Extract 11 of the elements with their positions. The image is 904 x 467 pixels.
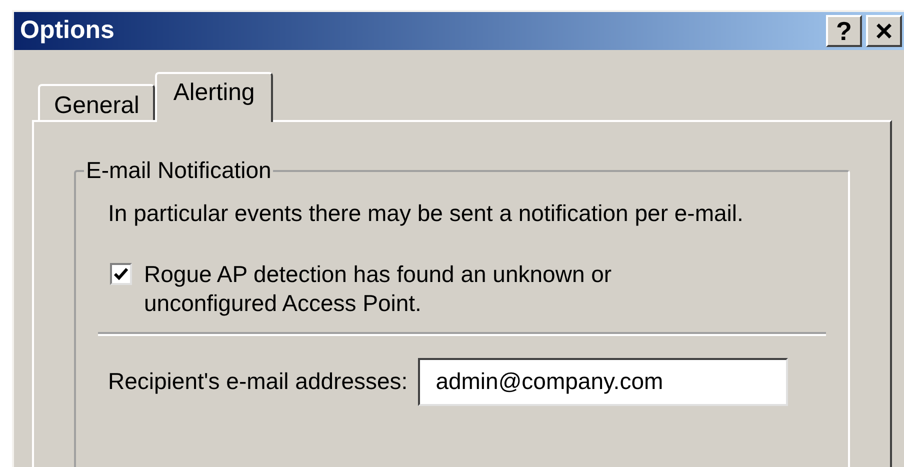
tab[interactable]: General — [38, 84, 156, 120]
checkbox[interactable] — [110, 262, 132, 284]
checkmark-icon — [114, 268, 128, 280]
tab[interactable]: Alerting — [155, 72, 273, 122]
email-field[interactable]: admin@company.com — [418, 358, 788, 406]
window-title: Options — [20, 15, 114, 46]
help-button[interactable]: ? — [826, 14, 862, 47]
checkbox-label: Rogue AP detection has found an unknown or unconfigured Access Point. — [144, 260, 613, 318]
description-text: In particular events there may be sent a notification per e-mail. — [108, 198, 744, 228]
close-button[interactable]: × — [866, 14, 902, 47]
recipients-label: Recipient's e-mail addresses: — [108, 367, 408, 396]
